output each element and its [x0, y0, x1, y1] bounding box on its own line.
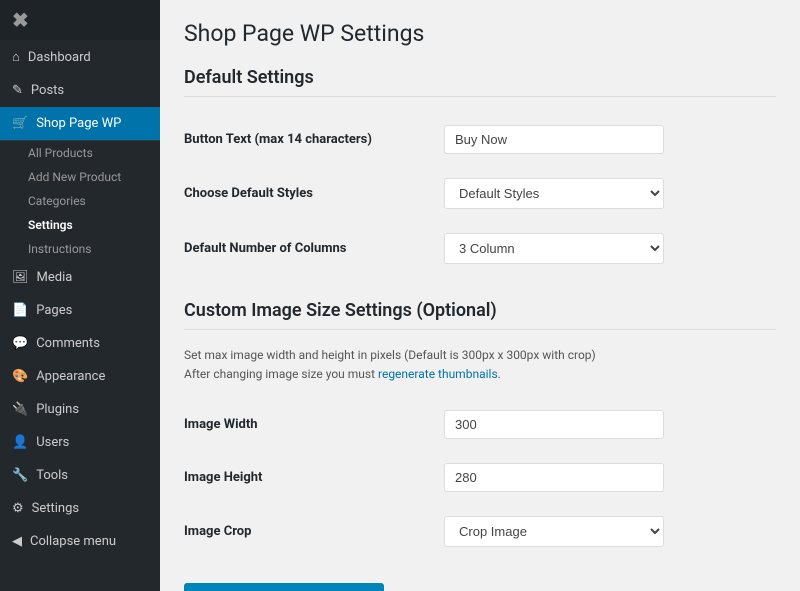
sidebar-item-comments[interactable]: 💬 Comments — [0, 327, 160, 360]
sidebar-item-comments-label: Comments — [36, 336, 100, 351]
sidebar-subitem-categories[interactable]: Categories — [0, 189, 160, 213]
default-styles-cell: Default Styles Style 1 Style 2 — [444, 166, 776, 221]
plugins-icon: 🔌 — [12, 402, 28, 417]
sidebar-item-plugins[interactable]: 🔌 Plugins — [0, 393, 160, 426]
sidebar-item-media-label: Media — [37, 270, 73, 285]
sidebar-item-posts-label: Posts — [31, 83, 64, 98]
image-crop-select[interactable]: Crop Image No Crop — [444, 516, 664, 547]
sidebar-item-shop-label: Shop Page WP — [36, 116, 121, 131]
table-row-default-columns: Default Number of Columns 1 Column 2 Col… — [184, 221, 776, 276]
regenerate-thumbnails-link[interactable]: regenerate thumbnails — [378, 367, 498, 381]
dashboard-icon: ⌂ — [12, 49, 20, 65]
sidebar-item-dashboard[interactable]: ⌂ Dashboard — [0, 40, 160, 74]
sidebar-item-users-label: Users — [36, 435, 69, 450]
sidebar-collapse-label: Collapse menu — [30, 534, 116, 549]
sidebar-item-appearance-label: Appearance — [36, 369, 105, 384]
default-columns-label: Default Number of Columns — [184, 221, 444, 276]
sidebar: ✖ ⌂ Dashboard ✎ Posts 🛒 Shop Page WP All… — [0, 0, 160, 591]
sidebar-item-shop-page-wp[interactable]: 🛒 Shop Page WP — [0, 107, 160, 140]
table-row-image-width: Image Width — [184, 398, 776, 451]
collapse-icon: ◀ — [12, 534, 22, 549]
default-styles-label: Choose Default Styles — [184, 166, 444, 221]
shop-cart-icon: 🛒 — [12, 116, 28, 131]
sidebar-subitem-all-products[interactable]: All Products — [0, 141, 160, 165]
custom-section-title: Custom Image Size Settings (Optional) — [184, 300, 776, 330]
main-content: Shop Page WP Settings Default Settings B… — [160, 0, 800, 591]
save-changes-button[interactable]: Save Changes — [184, 583, 384, 591]
sidebar-item-users[interactable]: 👤 Users — [0, 426, 160, 459]
media-icon: 🖼 — [12, 270, 29, 285]
sidebar-item-collapse[interactable]: ◀ Collapse menu — [0, 525, 160, 558]
table-row-default-styles: Choose Default Styles Default Styles Sty… — [184, 166, 776, 221]
sidebar-item-settings-global[interactable]: ⚙ Settings — [0, 492, 160, 525]
sidebar-subitem-settings[interactable]: Settings — [0, 213, 160, 237]
sidebar-item-posts[interactable]: ✎ Posts — [0, 74, 160, 107]
image-width-cell — [444, 398, 776, 451]
tools-icon: 🔧 — [12, 468, 28, 483]
custom-image-section: Custom Image Size Settings (Optional) Se… — [184, 300, 776, 591]
default-columns-cell: 1 Column 2 Column 3 Column 4 Column — [444, 221, 776, 276]
sidebar-item-plugins-label: Plugins — [36, 402, 79, 417]
page-title: Shop Page WP Settings — [184, 20, 776, 47]
button-text-label: Button Text (max 14 characters) — [184, 113, 444, 166]
image-crop-cell: Crop Image No Crop — [444, 504, 776, 559]
image-height-label: Image Height — [184, 451, 444, 504]
settings-icon: ⚙ — [12, 501, 24, 516]
sidebar-subitem-instructions[interactable]: Instructions — [0, 237, 160, 261]
wp-logo-icon: ✖ — [12, 8, 29, 32]
default-settings-table: Button Text (max 14 characters) Choose D… — [184, 113, 776, 276]
image-crop-label: Image Crop — [184, 504, 444, 559]
image-height-cell — [444, 451, 776, 504]
sidebar-logo: ✖ — [0, 0, 160, 40]
default-columns-select[interactable]: 1 Column 2 Column 3 Column 4 Column — [444, 233, 664, 264]
comments-icon: 💬 — [12, 336, 28, 351]
sidebar-item-media[interactable]: 🖼 Media — [0, 261, 160, 294]
sidebar-item-tools-label: Tools — [36, 468, 68, 483]
default-styles-select[interactable]: Default Styles Style 1 Style 2 — [444, 178, 664, 209]
posts-icon: ✎ — [12, 83, 23, 98]
sidebar-item-settings-global-label: Settings — [32, 501, 79, 516]
sidebar-item-appearance[interactable]: 🎨 Appearance — [0, 360, 160, 393]
image-width-input[interactable] — [444, 410, 664, 439]
default-section-title: Default Settings — [184, 67, 776, 97]
image-width-label: Image Width — [184, 398, 444, 451]
sidebar-item-pages-label: Pages — [36, 303, 72, 318]
sidebar-item-dashboard-label: Dashboard — [28, 50, 91, 65]
sidebar-item-pages[interactable]: 📄 Pages — [0, 294, 160, 327]
sidebar-item-tools[interactable]: 🔧 Tools — [0, 459, 160, 492]
button-text-cell — [444, 113, 776, 166]
appearance-icon: 🎨 — [12, 369, 28, 384]
table-row-image-height: Image Height — [184, 451, 776, 504]
users-icon: 👤 — [12, 435, 28, 450]
button-text-input[interactable] — [444, 125, 664, 154]
custom-section-description: Set max image width and height in pixels… — [184, 346, 776, 384]
image-height-input[interactable] — [444, 463, 664, 492]
table-row-button-text: Button Text (max 14 characters) — [184, 113, 776, 166]
pages-icon: 📄 — [12, 303, 28, 318]
image-settings-table: Image Width Image Height I — [184, 398, 776, 559]
table-row-image-crop: Image Crop Crop Image No Crop — [184, 504, 776, 559]
sidebar-subitem-add-new-product[interactable]: Add New Product — [0, 165, 160, 189]
